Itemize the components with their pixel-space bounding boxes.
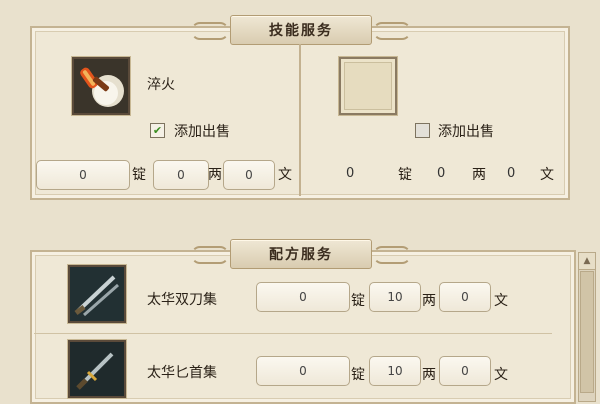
recipe-scrollbar[interactable]: ▲ bbox=[578, 252, 596, 402]
left-add-sale-checkbox[interactable]: ✔ bbox=[150, 123, 165, 138]
recipe-separator bbox=[34, 333, 552, 334]
scroll-up-icon[interactable]: ▲ bbox=[579, 253, 595, 270]
right-add-sale-label: 添加出售 bbox=[438, 124, 494, 140]
recipe-2-ding-input[interactable]: 0 bbox=[256, 356, 350, 386]
recipe-2-liang-unit: 两 bbox=[422, 367, 436, 383]
recipe-2-ding-unit: 锭 bbox=[351, 367, 365, 383]
recipe-1-ding-input[interactable]: 0 bbox=[256, 282, 350, 312]
left-liang-input[interactable]: 0 bbox=[153, 160, 209, 190]
recipe-2-wen-input[interactable]: 0 bbox=[439, 356, 491, 386]
recipe-1-ding-unit: 锭 bbox=[351, 293, 365, 309]
twin-blades-icon bbox=[70, 267, 124, 321]
twin-blades-icon[interactable] bbox=[68, 265, 126, 323]
left-ding-input[interactable]: 0 bbox=[36, 160, 130, 190]
left-ding-unit: 锭 bbox=[132, 167, 146, 183]
recipe-2-wen-unit: 文 bbox=[494, 367, 508, 383]
recipe-1-wen-unit: 文 bbox=[494, 293, 508, 309]
quench-fire-icon bbox=[74, 59, 128, 113]
skill-divider bbox=[299, 44, 301, 196]
recipe-1-liang-input[interactable]: 10 bbox=[369, 282, 421, 312]
left-liang-unit: 两 bbox=[208, 167, 222, 183]
quench-fire-icon[interactable] bbox=[72, 57, 130, 115]
recipe-service-title: 配方服务 bbox=[191, 239, 411, 269]
recipe-2-liang-input[interactable]: 10 bbox=[369, 356, 421, 386]
dagger-icon[interactable] bbox=[68, 340, 126, 398]
right-ding-value: 0 bbox=[346, 166, 355, 181]
dagger-icon bbox=[70, 342, 124, 396]
right-ding-unit: 锭 bbox=[398, 167, 412, 183]
right-add-sale-checkbox[interactable] bbox=[415, 123, 430, 138]
right-liang-value: 0 bbox=[437, 166, 446, 181]
right-wen-value: 0 bbox=[507, 166, 516, 181]
recipe-1-wen-input[interactable]: 0 bbox=[439, 282, 491, 312]
skill-service-title: 技能服务 bbox=[191, 15, 411, 45]
scroll-thumb[interactable] bbox=[580, 271, 594, 393]
recipe-1-name: 太华双刀集 bbox=[147, 292, 217, 308]
recipe-1-liang-unit: 两 bbox=[422, 293, 436, 309]
recipe-2-name: 太华匕首集 bbox=[147, 365, 217, 381]
right-liang-unit: 两 bbox=[472, 167, 486, 183]
left-skill-name: 淬火 bbox=[147, 77, 175, 93]
empty-slot-icon[interactable] bbox=[339, 57, 397, 115]
left-add-sale-label: 添加出售 bbox=[174, 124, 230, 140]
left-wen-unit: 文 bbox=[278, 167, 292, 183]
left-wen-input[interactable]: 0 bbox=[223, 160, 275, 190]
right-wen-unit: 文 bbox=[540, 167, 554, 183]
